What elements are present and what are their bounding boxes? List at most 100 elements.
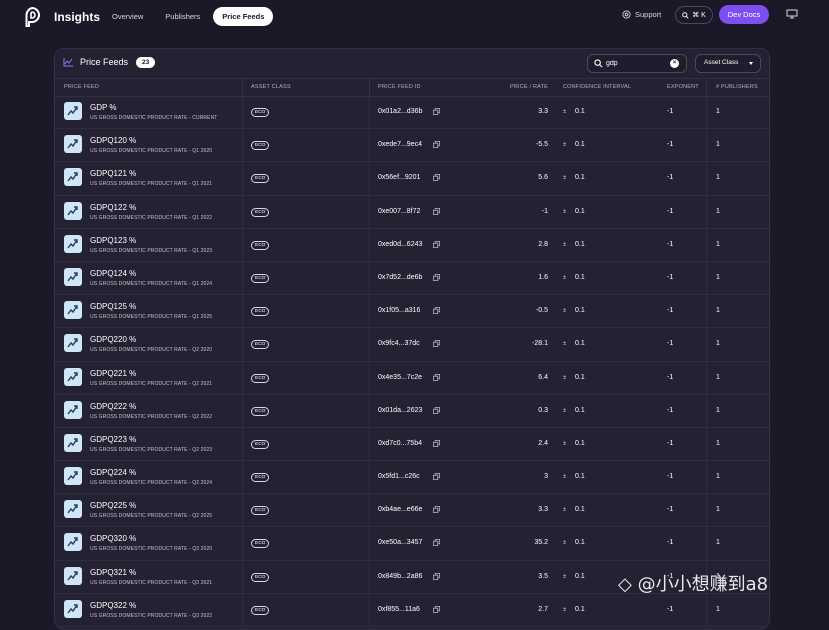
feed-description: US GROSS DOMESTIC PRODUCT RATE - Q1 2020 [90, 148, 213, 155]
chart-icon [64, 533, 82, 552]
column-divider [242, 195, 243, 229]
exponent-value: -1 [667, 108, 674, 115]
price-value: 1.6 [538, 273, 548, 281]
chart-line-icon [63, 58, 73, 67]
table-row[interactable]: GDPQ222 % US GROSS DOMESTIC PRODUCT RATE … [55, 394, 769, 428]
copy-icon[interactable] [433, 207, 440, 215]
publishers-count: 1 [716, 539, 720, 547]
copy-icon[interactable] [433, 473, 440, 480]
chart-icon [64, 201, 82, 220]
support-link[interactable]: Support [622, 10, 661, 19]
table-header: PRICE FEED ASSET CLASS PRICE FEED ID PRI… [55, 78, 769, 97]
search-box: × [587, 54, 687, 73]
feed-id: 0xede7...9ec4 [378, 141, 422, 149]
asset-class-badge: ECO [251, 605, 270, 615]
column-divider [242, 394, 243, 428]
table-row[interactable]: GDPQ123 % US GROSS DOMESTIC PRODUCT RATE … [55, 228, 769, 262]
clear-search-icon[interactable]: × [670, 59, 679, 68]
column-divider [706, 427, 707, 461]
chart-icon [64, 433, 82, 452]
feed-symbol: GDPQ221 % [90, 368, 137, 378]
col-publishers[interactable]: # PUBLISHERS [716, 84, 758, 90]
col-price-feed-id[interactable]: PRICE FEED ID [378, 84, 421, 90]
col-asset-class[interactable]: ASSET CLASS [251, 84, 291, 90]
table-row[interactable]: GDPQ223 % US GROSS DOMESTIC PRODUCT RATE … [55, 427, 769, 462]
dev-docs-button[interactable]: Dev Docs [719, 5, 769, 24]
table-row[interactable]: GDPQ125 % US GROSS DOMESTIC PRODUCT RATE … [55, 295, 769, 329]
copy-icon[interactable] [433, 439, 440, 447]
column-divider [369, 527, 370, 561]
table-row[interactable]: GDPQ220 % US GROSS DOMESTIC PRODUCT RATE … [55, 328, 769, 362]
table-row[interactable]: GDP % US GROSS DOMESTIC PRODUCT RATE - CU… [55, 96, 769, 130]
feed-id: 0xed0d...6243 [378, 240, 423, 248]
column-divider [242, 560, 243, 594]
asset-class-badge: ECO [251, 108, 270, 117]
copy-icon[interactable] [433, 340, 440, 348]
table-row[interactable]: GDPQ121 % US GROSS DOMESTIC PRODUCT RATE … [55, 162, 769, 196]
col-exponent[interactable]: EXPONENT [667, 84, 699, 90]
chevron-down-icon [749, 62, 753, 65]
price-value: -28.1 [532, 340, 548, 348]
feed-id: 0x849b...2a86 [378, 572, 423, 580]
nav-publishers[interactable]: Publishers [156, 7, 209, 26]
column-divider [242, 228, 243, 262]
col-price-rate[interactable]: PRICE / RATE [510, 84, 548, 90]
copy-icon[interactable] [433, 108, 440, 115]
exponent-value: -1 [667, 340, 674, 348]
card-header: Price Feeds 23 × Asset Class [55, 49, 769, 77]
nav-overview[interactable]: Overview [103, 7, 152, 26]
asset-class-select[interactable]: Asset Class [695, 54, 761, 73]
copy-icon[interactable] [433, 240, 440, 248]
table-row[interactable]: GDPQ124 % US GROSS DOMESTIC PRODUCT RATE … [55, 261, 769, 296]
copy-icon[interactable] [433, 373, 440, 381]
nav-price-feeds[interactable]: Price Feeds [213, 7, 274, 26]
table-row[interactable]: GDPQ221 % US GROSS DOMESTIC PRODUCT RATE … [55, 361, 769, 395]
column-divider [369, 162, 370, 196]
column-divider [369, 361, 370, 395]
pyth-logo-icon[interactable] [22, 6, 42, 28]
feed-symbol: GDPQ225 % [90, 501, 137, 511]
feed-description: US GROSS DOMESTIC PRODUCT RATE - CURRENT [90, 115, 218, 121]
copy-icon[interactable] [433, 274, 440, 281]
copy-icon[interactable] [433, 141, 440, 149]
col-confidence-interval[interactable]: CONFIDENCE INTERVAL [563, 84, 631, 90]
command-search-button[interactable]: ⌘ K [675, 6, 713, 24]
asset-class-badge: ECO [251, 174, 270, 184]
publishers-count: 1 [716, 340, 720, 348]
copy-icon[interactable] [433, 506, 440, 514]
chart-icon [64, 102, 82, 120]
column-divider [242, 162, 243, 196]
table-row[interactable]: GDPQ322 % US GROSS DOMESTIC PRODUCT RATE … [55, 593, 769, 627]
asset-class-badge: ECO [251, 141, 270, 151]
table-row[interactable]: GDPQ320 % US GROSS DOMESTIC PRODUCT RATE … [55, 527, 769, 561]
price-value: 0.3 [538, 406, 548, 414]
column-divider [242, 79, 243, 96]
table-row[interactable]: GDPQ225 % US GROSS DOMESTIC PRODUCT RATE … [55, 494, 769, 528]
plus-minus-icon: ± [563, 241, 567, 248]
feed-id: 0xd7c0...75b4 [378, 439, 422, 447]
feed-description: US GROSS DOMESTIC PRODUCT RATE - Q2 2020 [90, 347, 213, 354]
copy-icon[interactable] [433, 539, 440, 547]
exponent-value: -1 [667, 406, 674, 414]
copy-icon[interactable] [433, 406, 440, 414]
table-row[interactable]: GDPQ120 % US GROSS DOMESTIC PRODUCT RATE … [55, 129, 769, 163]
plus-minus-icon: ± [563, 308, 567, 315]
column-divider [369, 394, 370, 428]
feed-symbol: GDPQ322 % [90, 600, 137, 610]
exponent-value: -1 [667, 307, 674, 315]
feed-id: 0xe007...8f72 [378, 207, 421, 215]
copy-icon[interactable] [433, 307, 440, 315]
monitor-icon[interactable] [786, 9, 798, 19]
copy-icon[interactable] [433, 572, 440, 580]
publishers-count: 1 [716, 174, 720, 182]
copy-icon[interactable] [433, 174, 440, 182]
search-input[interactable] [606, 56, 666, 70]
col-price-feed[interactable]: PRICE FEED [64, 84, 99, 90]
watermark: ◇ @小小想赚到a8 [618, 574, 769, 595]
table-row[interactable]: GDPQ122 % US GROSS DOMESTIC PRODUCT RATE … [55, 195, 769, 229]
publishers-count: 1 [716, 307, 720, 315]
feed-symbol: GDP % [90, 103, 117, 112]
column-divider [369, 195, 370, 229]
table-row[interactable]: GDPQ224 % US GROSS DOMESTIC PRODUCT RATE … [55, 461, 769, 495]
column-divider [242, 427, 243, 461]
